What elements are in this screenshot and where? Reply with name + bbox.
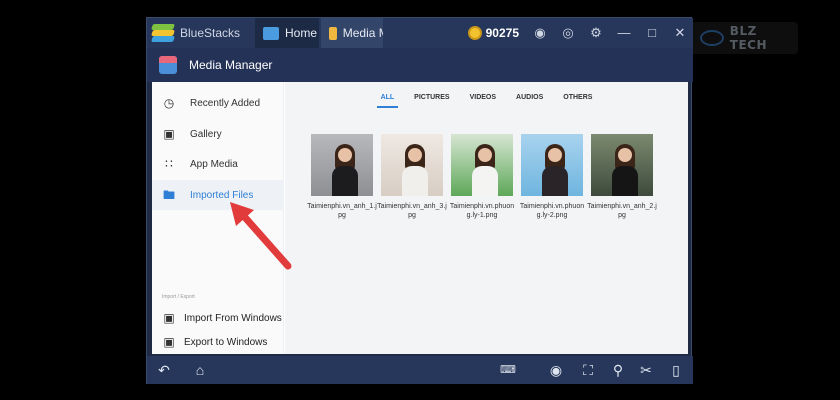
- file-thumbnail[interactable]: Taimienphi.vn_anh_2.jpg: [587, 134, 657, 220]
- file-browser: ALL PICTURES VIDEOS AUDIOS OTHERS Taimie…: [285, 82, 688, 354]
- gear-icon[interactable]: ⚙: [589, 26, 603, 40]
- file-grid: Taimienphi.vn_anh_1.jpg Taimienphi.vn_anh…: [307, 134, 657, 220]
- content-area: ◷ Recently Added ▣ Gallery ∷ App Media 🖿…: [152, 82, 688, 354]
- sidebar-item-label: Gallery: [190, 128, 222, 140]
- tab-videos[interactable]: VIDEOS: [460, 82, 506, 112]
- export-to-windows-button[interactable]: ▣ Export to Windows: [152, 330, 284, 354]
- file-thumbnail[interactable]: Taimienphi.vn_anh_3.jpg: [377, 134, 447, 220]
- brand-name: BlueStacks: [180, 26, 241, 40]
- thumbnail-image: [521, 134, 583, 196]
- file-thumbnail[interactable]: Taimienphi.vn.phuong.ly-2.png: [520, 134, 584, 220]
- rotate-icon[interactable]: ▯: [667, 362, 685, 378]
- folder-icon: 🖿: [162, 188, 175, 202]
- coin-balance[interactable]: 90275: [486, 26, 519, 40]
- tab-media-manager[interactable]: Media Manager: [321, 18, 383, 48]
- thumbnail-image: [591, 134, 653, 196]
- grid-icon: ∷: [165, 157, 173, 171]
- media-manager-app-icon: [159, 56, 177, 74]
- screen: BLZ TECH BlueStacks Home Media Manager: [0, 0, 840, 400]
- filter-tabs: ALL PICTURES VIDEOS AUDIOS OTHERS: [285, 82, 688, 112]
- bottom-bar: ↶ ⌂ ⌨ ◉ ⛶ ⚲ ✂ ▯: [147, 356, 693, 384]
- app-header: Media Manager: [147, 48, 693, 82]
- file-name: Taimienphi.vn_anh_1.jpg: [307, 203, 377, 219]
- export-label: Export to Windows: [184, 336, 268, 348]
- tab-pictures[interactable]: PICTURES: [404, 82, 459, 112]
- import-label: Import From Windows: [184, 312, 282, 324]
- sidebar-item-imported-files[interactable]: 🖿 Imported Files: [152, 180, 284, 210]
- minimize-icon[interactable]: —: [617, 26, 631, 40]
- location-icon[interactable]: ⚲: [609, 362, 627, 378]
- maximize-icon[interactable]: □: [645, 26, 659, 40]
- import-icon: ▣: [163, 311, 175, 325]
- tab-home-label: Home: [285, 26, 318, 40]
- file-name: Taimienphi.vn_anh_2.jpg: [587, 203, 657, 219]
- gallery-icon: ▣: [163, 127, 175, 141]
- brand: BlueStacks: [147, 18, 253, 48]
- file-name: Taimienphi.vn_anh_3.jpg: [377, 203, 447, 219]
- title-bar: BlueStacks Home Media Manager 90275 ◉ ◎ …: [147, 18, 693, 48]
- thumbnail-image: [451, 134, 513, 196]
- app-title: Media Manager: [189, 58, 273, 72]
- sidebar-item-gallery[interactable]: ▣ Gallery: [152, 119, 284, 149]
- close-icon[interactable]: ✕: [673, 26, 687, 40]
- bluestacks-window: BlueStacks Home Media Manager 90275 ◉ ◎ …: [146, 17, 693, 384]
- keyboard-icon[interactable]: ⌨: [499, 362, 517, 378]
- sidebar: ◷ Recently Added ▣ Gallery ∷ App Media 🖿…: [152, 82, 284, 354]
- sidebar-item-recently-added[interactable]: ◷ Recently Added: [152, 88, 284, 118]
- coin-icon: [467, 26, 482, 40]
- home-icon[interactable]: ⌂: [191, 362, 209, 378]
- sidebar-item-label: Imported Files: [190, 189, 254, 201]
- watermark: BLZ TECH: [690, 22, 798, 54]
- tab-all[interactable]: ALL: [371, 82, 405, 112]
- tab-others[interactable]: OTHERS: [553, 82, 602, 112]
- scissors-icon[interactable]: ✂: [637, 362, 655, 378]
- file-name: Taimienphi.vn.phuong.ly-2.png: [519, 203, 585, 219]
- thumbnail-image: [311, 134, 373, 196]
- account-icon[interactable]: ◎: [561, 26, 575, 40]
- thumbnail-image: [381, 134, 443, 196]
- folder-tab-icon: [329, 26, 337, 40]
- title-bar-controls: 90275 ◉ ◎ ⚙ — □ ✕: [467, 18, 687, 48]
- home-tab-icon: [263, 26, 279, 40]
- eye-icon[interactable]: ◉: [547, 362, 565, 378]
- tab-home[interactable]: Home: [255, 18, 319, 48]
- tab-audios[interactable]: AUDIOS: [506, 82, 553, 112]
- clock-icon: ◷: [163, 96, 175, 110]
- file-name: Taimienphi.vn.phuong.ly-1.png: [449, 203, 515, 219]
- file-thumbnail[interactable]: Taimienphi.vn.phuong.ly-1.png: [450, 134, 514, 220]
- file-thumbnail[interactable]: Taimienphi.vn_anh_1.jpg: [307, 134, 377, 220]
- tab-media-manager-label: Media Manager: [342, 26, 383, 40]
- back-icon[interactable]: ↶: [155, 362, 173, 378]
- import-from-windows-button[interactable]: ▣ Import From Windows: [152, 306, 284, 330]
- bluestacks-logo-icon: [151, 24, 175, 42]
- import-export-caption: Import / Export: [162, 294, 195, 300]
- watermark-text: BLZ TECH: [729, 24, 768, 52]
- sidebar-item-label: App Media: [190, 158, 238, 170]
- export-icon: ▣: [163, 335, 175, 349]
- sidebar-item-app-media[interactable]: ∷ App Media: [152, 149, 284, 179]
- resize-icon[interactable]: ⛶: [579, 362, 597, 378]
- sidebar-item-label: Recently Added: [190, 97, 261, 109]
- watermark-logo-icon: [700, 30, 724, 46]
- bell-icon[interactable]: ◉: [533, 26, 547, 40]
